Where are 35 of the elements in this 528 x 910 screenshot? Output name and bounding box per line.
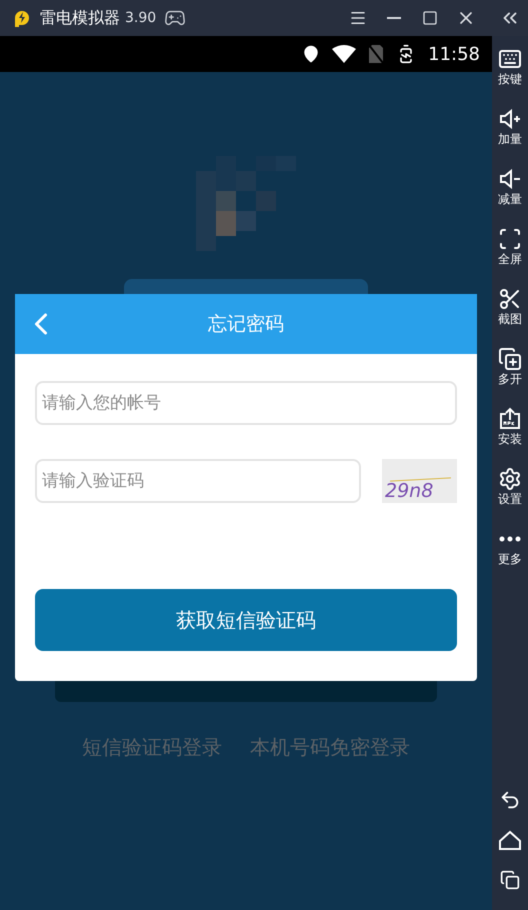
- location-icon: [302, 45, 320, 63]
- sidebar-button[interactable]: 设置: [492, 456, 528, 516]
- get-sms-code-button[interactable]: 获取短信验证码: [35, 589, 457, 651]
- home-icon: [499, 830, 521, 850]
- apk-upload-icon: [498, 407, 522, 431]
- maximize-icon: [422, 10, 438, 26]
- sidebar-button[interactable]: 全屏: [492, 216, 528, 276]
- volume-down-icon: [498, 167, 522, 191]
- sidebar-button[interactable]: 多开: [492, 336, 528, 396]
- recents-icon: [500, 870, 520, 890]
- dialog-title: 忘记密码: [208, 312, 284, 337]
- fullscreen-icon: [498, 227, 522, 251]
- minimize-icon: [387, 17, 401, 19]
- no-sim-icon: [368, 44, 384, 64]
- sidebar-button[interactable]: 截图: [492, 276, 528, 336]
- sidebar-button[interactable]: 更多: [492, 516, 528, 576]
- wifi-icon: [332, 45, 356, 63]
- sidebar-button[interactable]: 按键: [492, 36, 528, 96]
- window-title: 雷电模拟器: [40, 7, 120, 29]
- clock: 11:58: [428, 42, 480, 66]
- back-icon: [499, 789, 521, 811]
- sidebar-button[interactable]: 减量: [492, 156, 528, 216]
- captcha-image[interactable]: 29n8: [382, 459, 457, 503]
- settings-icon: [498, 467, 522, 491]
- volume-up-icon: [498, 107, 522, 131]
- copy-plus-icon: [498, 347, 522, 371]
- captcha-field[interactable]: 请输入验证码: [35, 459, 361, 503]
- sidebar-button[interactable]: 安装: [492, 396, 528, 456]
- keyboard-icon: [498, 47, 522, 71]
- more-icon: [499, 536, 521, 542]
- sidebar-button[interactable]: 加量: [492, 96, 528, 156]
- version-label: 3.90: [125, 8, 156, 28]
- account-field[interactable]: 请输入您的帐号: [35, 381, 457, 425]
- menu-icon: [349, 9, 367, 27]
- scissors-icon: [498, 287, 522, 311]
